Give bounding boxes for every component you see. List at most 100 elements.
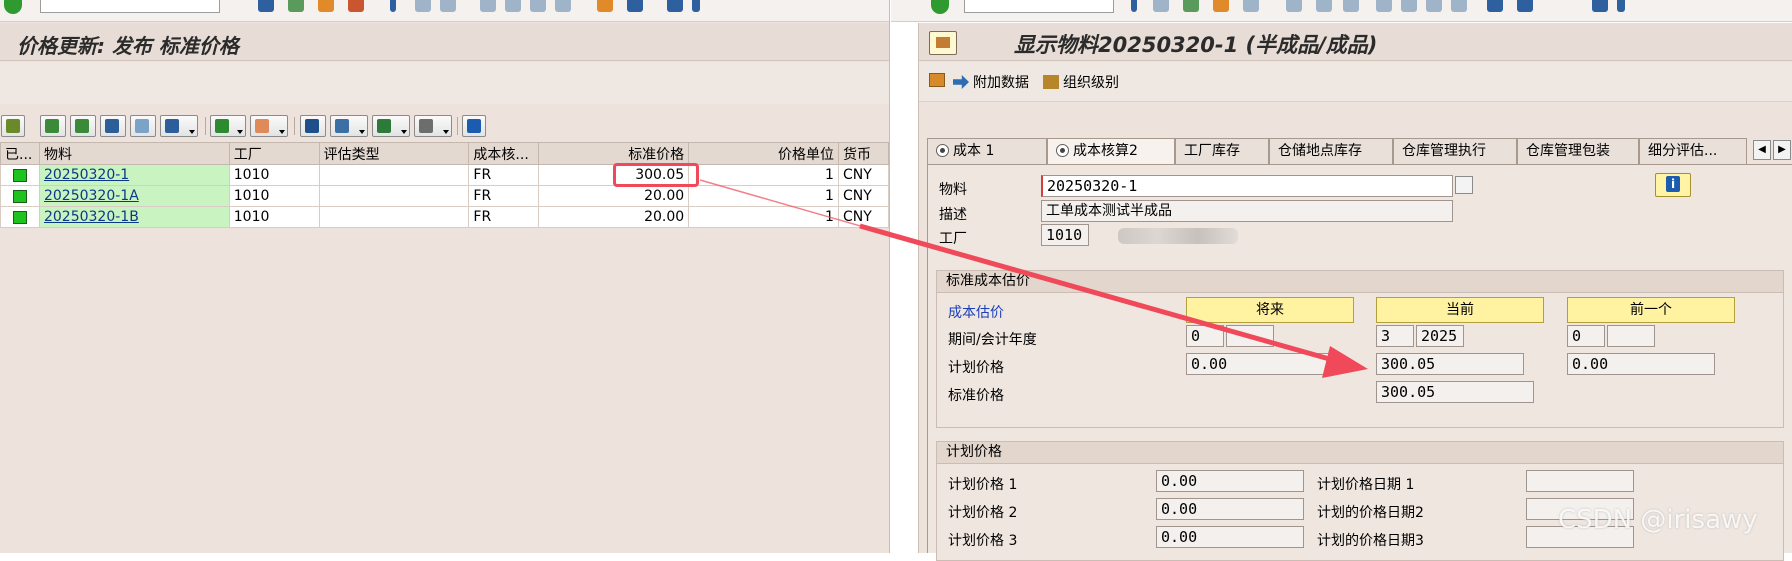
- prev-page-icon[interactable]: [505, 0, 521, 12]
- filter-icon[interactable]: [160, 115, 198, 137]
- previous-button[interactable]: 前一个: [1567, 297, 1735, 323]
- next-page-icon[interactable]: [1426, 0, 1442, 12]
- command-field[interactable]: [40, 0, 220, 13]
- new-session-icon[interactable]: [597, 0, 613, 12]
- back-icon[interactable]: [288, 0, 304, 12]
- help-icon[interactable]: [1592, 0, 1608, 12]
- current-standard-price-field: 300.05: [1376, 381, 1534, 403]
- find-icon[interactable]: [100, 115, 126, 137]
- material-link[interactable]: 20250320-1: [44, 167, 129, 183]
- left-window: 价格更新: 发布 标准价格 已... 物料 工厂 评估类型 成本核... 标准价…: [0, 0, 890, 553]
- tab-costing-2[interactable]: 成本核算2: [1047, 138, 1175, 164]
- costing-cell: FR: [468, 164, 540, 186]
- exit-icon[interactable]: [1213, 0, 1229, 12]
- layout-icon[interactable]: [414, 115, 452, 137]
- tab-wm-execution[interactable]: 仓库管理执行: [1393, 138, 1517, 164]
- arrow-right-icon: [953, 75, 969, 89]
- col-price-unit[interactable]: 价格单位: [688, 142, 839, 165]
- planned-price-3-label: 计划价格 3: [948, 533, 1018, 549]
- tab-wm-packaging[interactable]: 仓库管理包装: [1517, 138, 1639, 164]
- cancel-icon[interactable]: [348, 0, 364, 12]
- find-next-icon[interactable]: [440, 0, 456, 12]
- new-session-icon[interactable]: [1487, 0, 1503, 12]
- table-row[interactable]: 20250320-1A 1010 FR 20.00 1 CNY: [0, 185, 890, 207]
- exit-icon[interactable]: [318, 0, 334, 12]
- enter-icon[interactable]: [4, 0, 22, 14]
- tab-scroll-right-icon[interactable]: ▶: [1773, 140, 1791, 160]
- tab-scroll-left-icon[interactable]: ◀: [1753, 140, 1771, 160]
- back-icon[interactable]: [1183, 0, 1199, 12]
- material-link[interactable]: 20250320-1B: [44, 209, 139, 225]
- shortcut-icon[interactable]: [1517, 0, 1533, 12]
- material-link[interactable]: 20250320-1A: [44, 188, 139, 204]
- col-currency[interactable]: 货币: [837, 142, 890, 165]
- find-icon[interactable]: [415, 0, 431, 12]
- material-field[interactable]: 20250320-1: [1041, 175, 1453, 197]
- find-next-icon[interactable]: [130, 115, 156, 137]
- first-page-icon[interactable]: [480, 0, 496, 12]
- last-page-icon[interactable]: [555, 0, 571, 12]
- col-status[interactable]: 已...: [0, 142, 40, 165]
- future-button[interactable]: 将来: [1186, 297, 1354, 323]
- first-page-icon[interactable]: [1376, 0, 1392, 12]
- org-levels-button[interactable]: 组织级别: [1043, 72, 1119, 92]
- status-led-icon: [13, 210, 27, 224]
- save-icon[interactable]: [1153, 0, 1169, 12]
- screen-title-bar: 价格更新: 发布 标准价格: [0, 23, 889, 61]
- details-icon[interactable]: [1, 115, 25, 137]
- print-icon[interactable]: [1286, 0, 1302, 12]
- tab-label: 成本核算2: [1073, 143, 1138, 159]
- tab-split-valuation[interactable]: 细分评估...: [1639, 138, 1747, 164]
- col-valuation-type[interactable]: 评估类型: [318, 142, 470, 165]
- standard-cost-group: 标准成本估价 成本估价 将来 当前 前一个 期间/会计年度 0 3 2025 0…: [936, 270, 1784, 428]
- save-icon[interactable]: [258, 0, 274, 12]
- current-button[interactable]: 当前: [1376, 297, 1544, 323]
- find-icon[interactable]: [1316, 0, 1332, 12]
- help-icon[interactable]: [667, 0, 683, 12]
- subtotal-icon[interactable]: [250, 115, 288, 137]
- col-costing[interactable]: 成本核...: [468, 142, 540, 165]
- sort-ascending-icon[interactable]: [40, 115, 66, 137]
- info-button-icon[interactable]: [1655, 173, 1691, 197]
- copy-icon[interactable]: [1455, 176, 1473, 194]
- tab-label: 成本 1: [953, 143, 995, 159]
- views-icon[interactable]: [330, 115, 368, 137]
- layout-icon[interactable]: [1617, 0, 1625, 12]
- standard-price-label: 标准价格: [948, 388, 1004, 404]
- material-icon[interactable]: [929, 31, 957, 55]
- table-row[interactable]: 20250320-1 1010 FR 300.05 1 CNY: [0, 164, 890, 186]
- previous-period-field: 0: [1567, 325, 1605, 347]
- print-icon[interactable]: [390, 0, 396, 12]
- col-material[interactable]: 物料: [38, 142, 230, 165]
- info-icon[interactable]: [462, 115, 486, 137]
- description-label: 描述: [939, 207, 967, 223]
- system-toolbar: [0, 0, 889, 22]
- tab-costing-1[interactable]: 成本 1: [927, 138, 1047, 164]
- tab-storage-loc-stock[interactable]: 仓储地点库存: [1269, 138, 1393, 164]
- col-plant[interactable]: 工厂: [228, 142, 320, 165]
- layout-icon[interactable]: [692, 0, 700, 12]
- tab-plant-stock[interactable]: 工厂库存: [1175, 138, 1269, 164]
- last-page-icon[interactable]: [1451, 0, 1467, 12]
- price-unit-cell: 1: [688, 206, 839, 228]
- shortcut-icon[interactable]: [627, 0, 643, 12]
- command-field[interactable]: [964, 0, 1114, 13]
- prev-page-icon[interactable]: [1401, 0, 1417, 12]
- print-preview-icon[interactable]: [300, 115, 326, 137]
- dropdown-icon[interactable]: [1131, 0, 1137, 12]
- enter-icon[interactable]: [931, 0, 949, 14]
- next-page-icon[interactable]: [530, 0, 546, 12]
- sort-descending-icon[interactable]: [70, 115, 96, 137]
- export-icon[interactable]: [372, 115, 410, 137]
- table-row[interactable]: 20250320-1B 1010 FR 20.00 1 CNY: [0, 206, 890, 228]
- sum-icon[interactable]: [210, 115, 246, 137]
- cost-estimate-label: 成本估价: [948, 305, 1004, 321]
- period-year-label: 期间/会计年度: [948, 332, 1037, 348]
- col-standard-price[interactable]: 标准价格: [538, 142, 690, 165]
- current-planned-price-field: 300.05: [1376, 353, 1524, 375]
- additional-data-button[interactable]: 附加数据: [953, 72, 1029, 92]
- org-levels-label: 组织级别: [1063, 75, 1119, 91]
- find-next-icon[interactable]: [1343, 0, 1359, 12]
- clipboard-icon[interactable]: [929, 73, 945, 87]
- cancel-icon[interactable]: [1243, 0, 1259, 12]
